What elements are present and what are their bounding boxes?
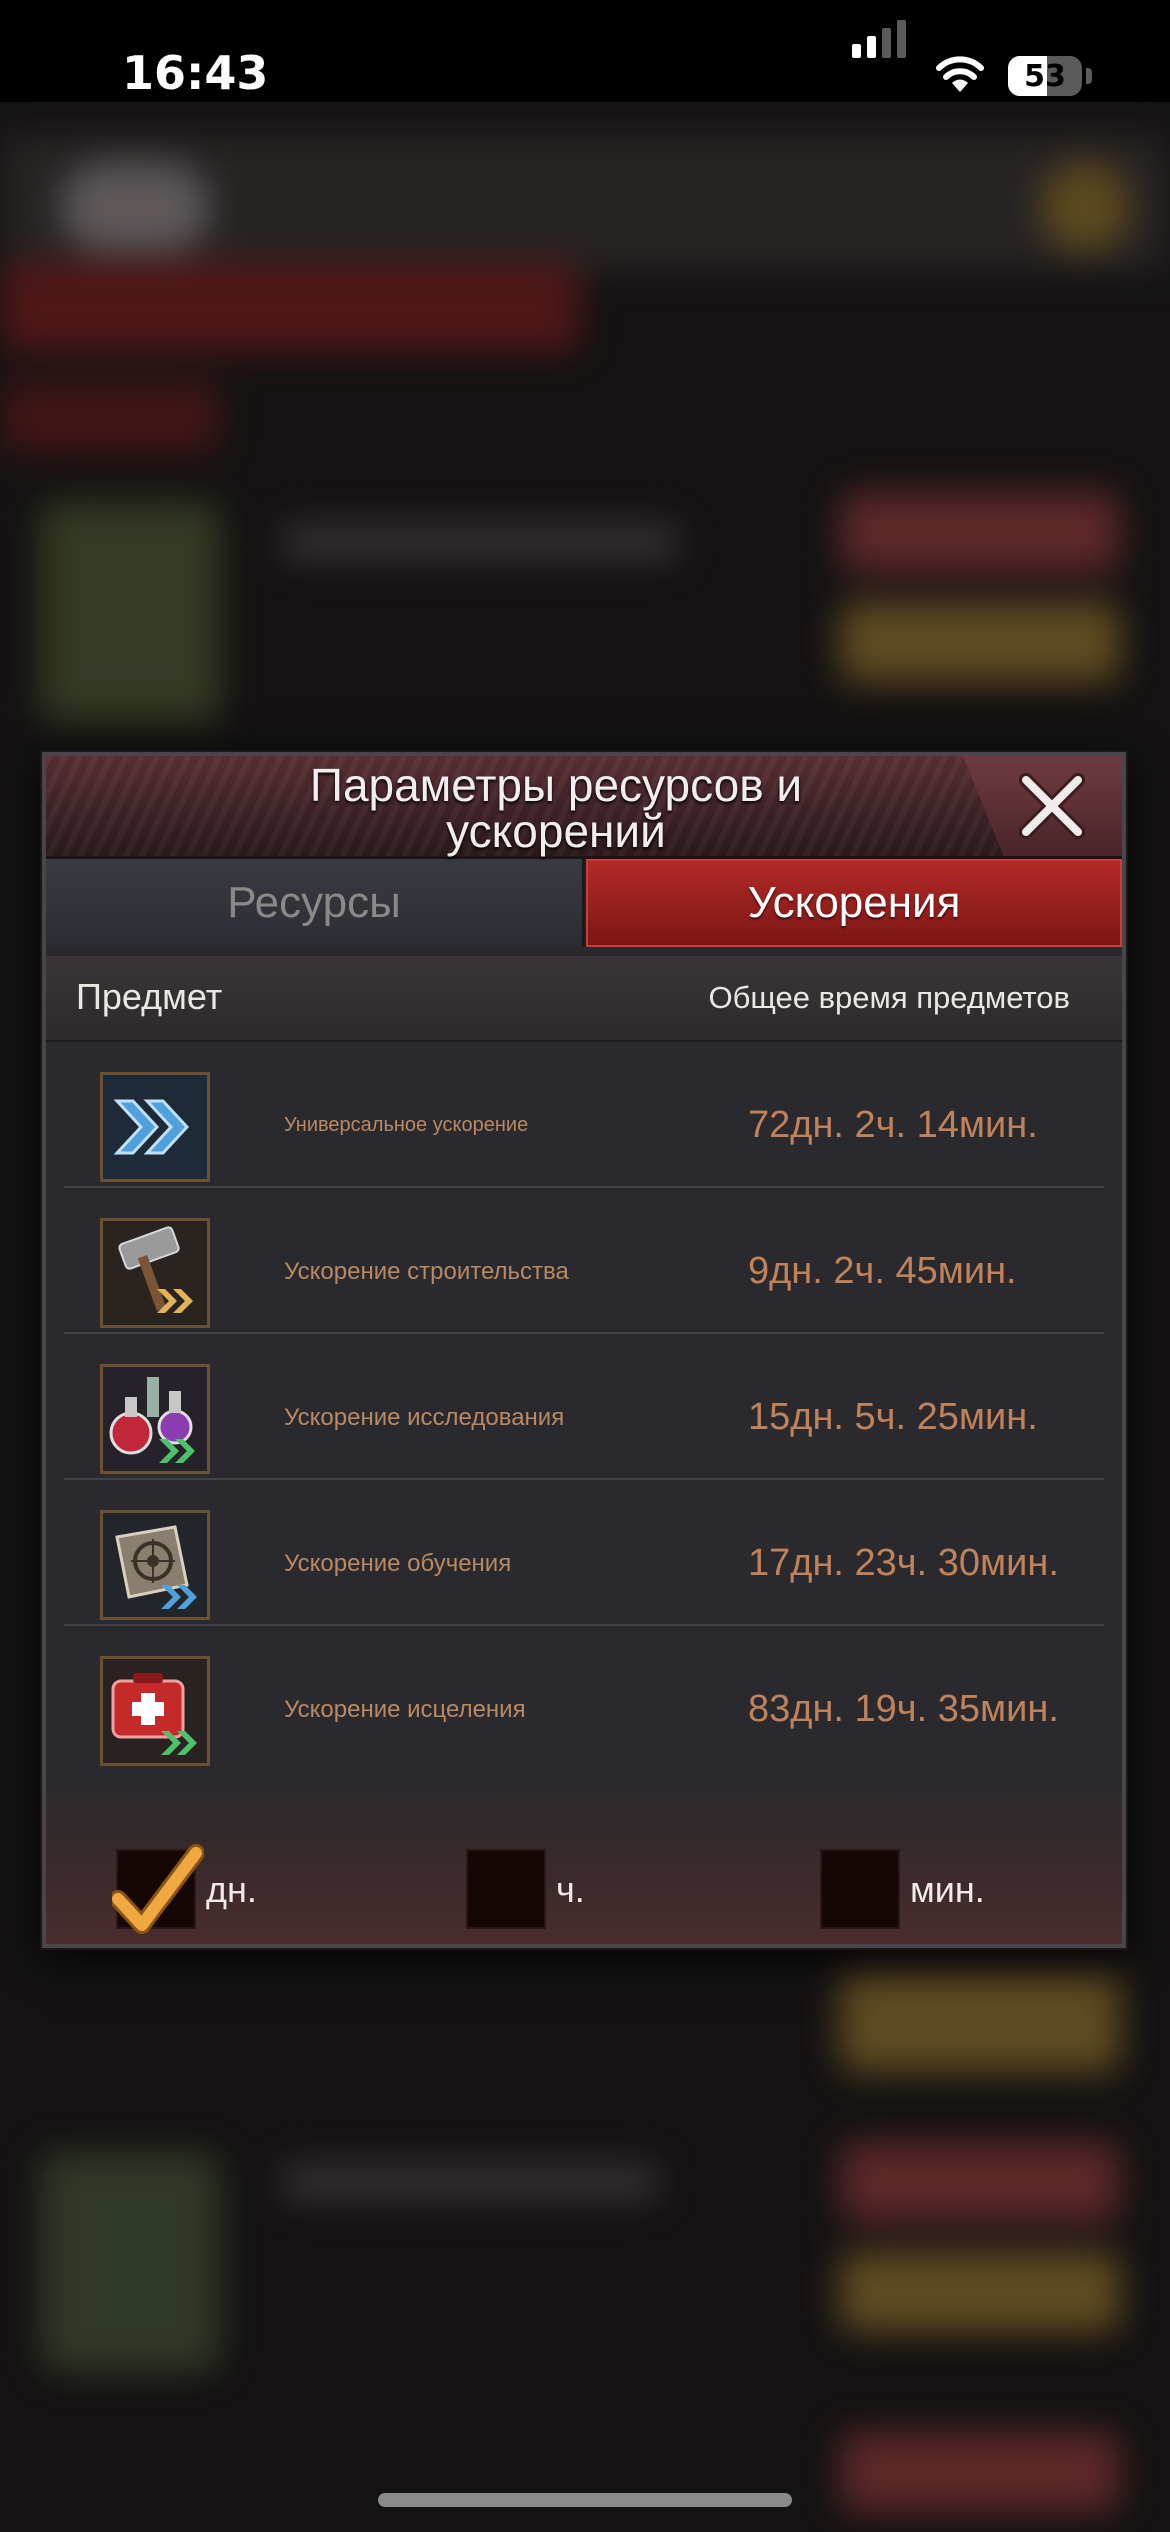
training-speedup-icon	[100, 1510, 210, 1620]
item-name: Универсальное ускорение	[284, 1114, 529, 1136]
unit-label: мин.	[910, 1869, 985, 1910]
wifi-icon	[936, 56, 984, 92]
checkbox-box	[820, 1849, 900, 1929]
dialog-title: Параметры ресурсов и ускорений	[309, 759, 803, 857]
item-name: Ускорение исследования	[284, 1404, 565, 1431]
unit-selector: дн. ч. мин.	[46, 1768, 1122, 1944]
item-total-time: 72дн. 2ч. 14мин.	[748, 1104, 1038, 1146]
tab-resources[interactable]: Ресурсы	[46, 859, 584, 947]
close-icon	[1019, 773, 1085, 839]
tab-bar: Ресурсы Ускорения	[46, 859, 1122, 947]
battery-icon: 53	[1008, 56, 1082, 96]
item-name: Ускорение обучения	[284, 1550, 512, 1577]
status-bar: 16:43 53	[0, 0, 1170, 102]
unit-label: ч.	[556, 1869, 585, 1910]
healing-speedup-icon	[100, 1656, 210, 1766]
checkbox-box	[466, 1849, 546, 1929]
item-total-time: 15дн. 5ч. 25мин.	[748, 1396, 1038, 1438]
unit-label: дн.	[206, 1869, 257, 1910]
item-name: Ускорение строительства	[284, 1258, 569, 1285]
list-item: Универсальное ускорение 72дн. 2ч. 14мин.	[64, 1042, 1104, 1188]
column-header-item: Предмет	[76, 976, 223, 1017]
status-time: 16:43	[122, 46, 269, 100]
home-indicator	[378, 2493, 792, 2507]
research-speedup-icon	[100, 1364, 210, 1474]
table-header: Предмет Общее время предметов	[46, 956, 1122, 1042]
column-header-total-time: Общее время предметов	[708, 980, 1070, 1015]
resources-speedups-dialog: Параметры ресурсов и ускорений Ресурсы У…	[42, 752, 1126, 1948]
tab-speedups[interactable]: Ускорения	[586, 859, 1122, 947]
close-button[interactable]	[1012, 766, 1092, 846]
item-name: Ускорение исцеления	[284, 1696, 526, 1723]
checkmark-icon	[112, 1844, 204, 1934]
item-total-time: 83дн. 19ч. 35мин.	[748, 1688, 1059, 1730]
item-total-time: 9дн. 2ч. 45мин.	[748, 1250, 1017, 1292]
item-total-time: 17дн. 23ч. 30мин.	[748, 1542, 1059, 1584]
battery-cap	[1086, 68, 1092, 84]
construction-speedup-icon	[100, 1218, 210, 1328]
list-item: Ускорение обучения 17дн. 23ч. 30мин.	[64, 1480, 1104, 1626]
list-item: Ускорение исследования 15дн. 5ч. 25мин.	[64, 1334, 1104, 1480]
battery-level: 53	[1024, 59, 1066, 94]
list-item: Ускорение исцеления 83дн. 19ч. 35мин.	[64, 1626, 1104, 1772]
list-item: Ускорение строительства 9дн. 2ч. 45мин.	[64, 1188, 1104, 1334]
universal-speedup-icon	[100, 1072, 210, 1182]
screen: 16:43 53 Параметры ресурсов и ускорений …	[0, 0, 1170, 2532]
